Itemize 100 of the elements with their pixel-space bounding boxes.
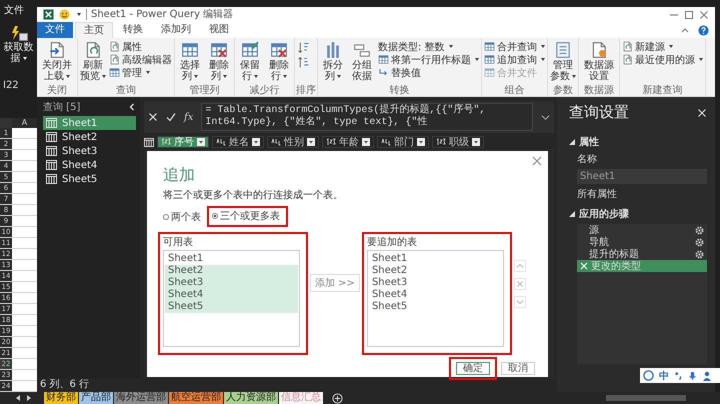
ribbon-button[interactable]: 拆分列 <box>319 40 347 82</box>
sheet-tab[interactable]: 人力资源部 <box>224 392 278 404</box>
radio-icon[interactable] <box>163 214 169 220</box>
name-field[interactable]: Sheet1 <box>577 169 707 184</box>
table-cell[interactable] <box>12 227 37 237</box>
ribbon-button[interactable]: 数据类型: 整数 <box>377 40 480 53</box>
column-header[interactable]: 部门 <box>377 136 429 148</box>
collapse-icon[interactable] <box>128 103 136 111</box>
column-header[interactable]: 姓名 <box>212 136 264 148</box>
horizontal-scrollbar[interactable] <box>606 395 686 401</box>
cancel-icon[interactable] <box>148 112 158 122</box>
ribbon-button[interactable]: 将第一行用作标题 <box>377 53 480 66</box>
previous-sheet-icon[interactable] <box>14 394 22 402</box>
expand-icon[interactable] <box>541 112 550 122</box>
list-item[interactable]: Sheet5 <box>165 301 298 313</box>
query-item[interactable]: Sheet4 <box>43 158 136 172</box>
smiley-icon[interactable] <box>59 9 70 20</box>
get-data-button[interactable]: 获取数据 <box>2 25 35 64</box>
column-header[interactable]: 年龄 <box>322 136 374 148</box>
list-item[interactable]: Sheet2 <box>368 265 502 277</box>
file-menu[interactable]: 文件 <box>4 3 24 17</box>
ribbon-button[interactable]: 关闭并上载 <box>38 40 76 82</box>
ribbon-button[interactable]: 替换值 <box>377 66 480 79</box>
ribbon-button[interactable]: 刷新预览 <box>79 40 107 82</box>
query-item[interactable]: Sheet5 <box>43 172 136 186</box>
list-item[interactable]: Sheet1 <box>368 253 502 265</box>
ribbon-button[interactable]: 选择列 <box>176 40 204 82</box>
settings-icon[interactable] <box>695 250 704 258</box>
step-item[interactable]: 源 <box>577 224 707 236</box>
punctuation-icon[interactable] <box>674 371 683 380</box>
add-button[interactable]: 添加 >> <box>310 274 360 292</box>
settings-icon[interactable] <box>695 226 704 234</box>
ribbon-button[interactable]: 高级编辑器 <box>108 53 173 66</box>
ribbon-tab[interactable]: 主页 <box>75 22 113 38</box>
table-cell[interactable] <box>12 161 37 171</box>
next-sheet-icon[interactable] <box>25 394 33 402</box>
table-cell[interactable] <box>12 205 37 215</box>
ribbon-button[interactable]: 属性 <box>108 40 173 53</box>
sheet-tab[interactable]: 航空运营部 <box>169 392 223 404</box>
table-cell[interactable] <box>12 326 37 336</box>
radio-option[interactable]: 两个表 <box>163 210 201 224</box>
ribbon-button[interactable]: 合并查询 <box>483 40 546 53</box>
list-item[interactable]: Sheet3 <box>368 277 502 289</box>
column-header[interactable]: 性别 <box>267 136 319 148</box>
column-header[interactable]: 序号 <box>157 136 209 148</box>
user-icon[interactable] <box>702 370 712 380</box>
ribbon-button[interactable]: 新建源 <box>621 40 704 53</box>
table-cell[interactable] <box>12 381 37 391</box>
input-mode-toggle[interactable]: 中 <box>659 368 669 382</box>
filter-dropdown-icon[interactable] <box>307 138 315 146</box>
list-item[interactable]: Sheet3 <box>165 277 298 289</box>
radio-option[interactable]: 三个或更多表 <box>212 209 280 223</box>
ok-button[interactable]: 确定 <box>456 362 490 375</box>
sheet-tab[interactable]: 财务部 <box>44 392 78 404</box>
caret-icon[interactable] <box>77 13 81 16</box>
filter-dropdown-icon[interactable] <box>252 138 260 146</box>
list-item[interactable]: Sheet1 <box>165 253 298 265</box>
all-properties-link[interactable]: 所有属性 <box>577 187 617 201</box>
ribbon-button[interactable]: 追加查询 <box>483 53 546 66</box>
list-item[interactable]: Sheet5 <box>368 301 502 313</box>
ribbon-button[interactable]: 最近使用的源 <box>621 53 704 66</box>
formula-field[interactable]: = Table.TransformColumnTypes(提升的标题,{{"序号", Int64.Type}, {"姓名", type text}, {"性 <box>201 103 533 131</box>
logo-icon[interactable] <box>643 370 654 381</box>
table-cell[interactable] <box>12 359 37 369</box>
column-header[interactable]: 职级 <box>432 136 484 148</box>
step-item[interactable]: 提升的标题 <box>577 248 707 260</box>
table-cell[interactable] <box>12 216 37 226</box>
sort-ascending-button[interactable] <box>296 40 311 55</box>
ribbon-tab[interactable]: 转换 <box>115 22 151 38</box>
name-box[interactable]: I22 <box>3 80 19 91</box>
table-cell[interactable] <box>12 249 37 259</box>
table-cell[interactable] <box>12 337 37 347</box>
table-cell[interactable] <box>12 260 37 270</box>
check-icon[interactable] <box>166 112 176 122</box>
expanded-icon[interactable] <box>569 211 575 217</box>
table-cell[interactable] <box>12 139 37 149</box>
maximize-icon[interactable] <box>684 10 694 20</box>
table-cell[interactable] <box>12 293 37 303</box>
ribbon-button[interactable]: 管理参数 <box>549 40 577 82</box>
table-cell[interactable] <box>12 304 37 314</box>
step-item[interactable]: 导航 <box>577 236 707 248</box>
table-cell[interactable] <box>12 128 37 138</box>
radio-icon[interactable] <box>212 213 218 219</box>
query-item[interactable]: Sheet3 <box>43 144 136 158</box>
help-icon[interactable] <box>698 24 709 36</box>
ribbon-button[interactable]: 分组依据 <box>348 40 376 82</box>
expanded-icon[interactable] <box>569 139 575 145</box>
settings-icon[interactable] <box>695 238 704 246</box>
ribbon-button[interactable]: 删除行 <box>265 40 293 82</box>
sheet-tab[interactable]: 海外运营部 <box>114 392 168 404</box>
ribbon-tab[interactable]: 添加列 <box>153 22 199 38</box>
function-label[interactable]: fx <box>184 112 194 122</box>
table-cell[interactable] <box>12 183 37 193</box>
table-cell[interactable] <box>12 194 37 204</box>
filter-dropdown-icon[interactable] <box>417 138 425 146</box>
ribbon-button[interactable]: 数据源设置 <box>580 40 618 82</box>
add-sheet-icon[interactable] <box>332 392 343 404</box>
table-cell[interactable] <box>12 271 37 281</box>
sort-descending-button[interactable] <box>296 55 311 70</box>
query-item[interactable]: Sheet2 <box>43 130 136 144</box>
